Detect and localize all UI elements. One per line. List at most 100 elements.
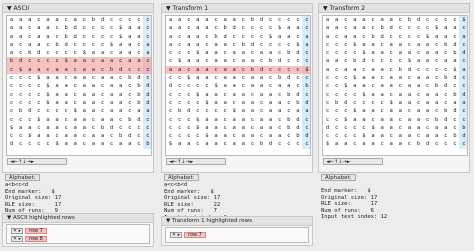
matrix-row[interactable]: d c c c c $ a a c a a c a a c b <box>166 82 310 91</box>
matrix-cell: a <box>196 66 200 73</box>
matrix-row[interactable]: c c c $ a a c a a c a a c b d c <box>7 115 151 124</box>
remove-icon[interactable]: ✕ ▸ <box>11 227 23 234</box>
matrix-row[interactable]: c c c $ a a c a a c a a c b d c <box>323 74 467 83</box>
matrix-row[interactable]: c c c c $ a a c a a c a a c b d <box>166 98 310 108</box>
matrix-row[interactable]: a c a a c a a c b d c c c c $ a <box>323 65 467 75</box>
matrix-cell: $ <box>18 66 23 73</box>
matrix-row[interactable]: $ a a c a a c a a c b d c c c c <box>7 123 151 133</box>
matrix-row[interactable]: a c a a c a a c b d c c c c $ a <box>166 40 310 50</box>
matrix-cell: c <box>459 82 467 91</box>
matrix-cell: b <box>137 99 141 106</box>
matrix-row[interactable]: a a c a a c b d c c c c $ a a c <box>166 24 310 33</box>
matrix-row[interactable]: c c $ a a c a a c a a c b d c c <box>166 74 310 83</box>
remove-icon[interactable]: ✕ ▸ <box>170 231 182 238</box>
alphabet-button-2[interactable]: Alphabet: <box>164 174 199 181</box>
matrix-cell: a <box>187 58 191 65</box>
matrix-row[interactable]: c c $ a a c a a c a a c b d c c <box>7 132 151 141</box>
matrix-cell: a <box>453 25 457 32</box>
matrix-row[interactable]: c b d c c c c $ a a c a a c a a <box>323 98 467 108</box>
matrix-cell: $ <box>302 65 310 75</box>
matrix-row[interactable]: a c a a c b d c c c c $ a a c a <box>166 32 310 41</box>
matrix-row[interactable]: aaacaacacbdccccc <box>7 16 151 25</box>
matrix-cell: c <box>278 50 282 57</box>
matrix-row[interactable]: c c c c $ a a c a a c a a c b d <box>166 132 310 141</box>
matrix-row[interactable]: c $ a a c a a c a a c b d c c c <box>166 57 310 66</box>
matrix-row[interactable]: c c c c $ a a c a a c a a c b d <box>323 90 467 99</box>
alphabet-button-3[interactable]: Alphabet: <box>321 174 356 181</box>
matrix-row[interactable]: a a c a a c b d c c c c $ a a c <box>7 32 151 41</box>
matrix-row[interactable]: d c c c c $ a a c a a c a a c b <box>323 123 467 133</box>
matrix-row[interactable]: c c c $ a a c a a c a a c b d c <box>7 74 151 83</box>
matrix-row[interactable]: c c c $ a a c a a c a a c b d c <box>166 49 310 58</box>
matrix-cell: c <box>416 66 421 73</box>
matrix-cell: c <box>223 50 227 57</box>
matrix-cell: d <box>453 41 457 48</box>
matrix-cell: a <box>223 83 227 90</box>
matrix-cell: a <box>444 25 448 32</box>
transform2-toolbar[interactable]: ◄←↑↓→► <box>323 158 383 165</box>
matrix-cell: c <box>278 17 282 23</box>
matrix-cell: d <box>37 50 41 57</box>
matrix-cell: c <box>344 25 348 32</box>
matrix-cell: $ <box>168 141 173 148</box>
ascii-highlighted-title[interactable]: ▼ ASCII highlighted rows <box>3 214 153 223</box>
ascii-panel-title[interactable]: ▼ ASCII <box>3 4 153 13</box>
matrix-row[interactable]: a c b d c c c c $ a a c a a c a <box>7 49 151 58</box>
matrix-cell: a <box>91 141 96 148</box>
matrix-row[interactable]: c c c c $ a a c a a c a a c b d <box>7 82 151 91</box>
matrix-cell: a <box>380 83 384 90</box>
matrix-cell: $ <box>205 133 209 140</box>
matrix-row[interactable]: a a c a a c a a c b d c c c c $ <box>323 16 467 25</box>
matrix-row[interactable]: c c c c $ a a c a a c a a c b d <box>7 98 151 108</box>
ascii-matrix[interactable]: a a a c a a c a c b d c c c c c a a c a a c b d c c c c $ a a c a a c a a c b d… <box>6 15 152 156</box>
transform1-matrix[interactable]: a a c a a c a a c b d c c c c c a a c a a c b d c c c c $ a a c a c a a c b d c… <box>165 15 311 156</box>
matrix-row[interactable]: aacaacaacbdccccc <box>166 16 310 25</box>
matrix-row[interactable]: a c a a c b d c c c c $ a a c a <box>323 32 467 41</box>
matrix-cell: a <box>232 17 236 23</box>
matrix-cell: c <box>362 124 366 131</box>
matrix-row[interactable]: d c c c c $ a a c a a c a a c b <box>7 140 151 149</box>
matrix-row[interactable]: c c c c $ a a c a a c a a c b d <box>7 90 151 99</box>
transform1-highlighted-title[interactable]: ▼ Transform 1 highlighted rows <box>162 217 312 226</box>
matrix-row[interactable]: c $ a a c a a c a a c b d c c c <box>7 65 151 75</box>
matrix-row[interactable]: c b d c c c c $ a a c a a c a a <box>7 107 151 116</box>
matrix-row[interactable]: a c a a c b d c c c c $ a a c a <box>7 40 151 50</box>
matrix-row[interactable]: c c $ a a c a a c a a c b d c c <box>323 115 467 124</box>
matrix-row[interactable]: c c c c $ a a c a a c a a c b d <box>323 132 467 141</box>
matrix-cell: c <box>334 33 339 40</box>
matrix-cell: a <box>241 116 245 123</box>
alphabet-button-1[interactable]: Alphabet: <box>5 174 40 181</box>
matrix-row[interactable]: c c c $ a a c a a c a a c b d c <box>166 115 310 124</box>
ascii-toolbar[interactable]: ◄←↑↓→► <box>7 158 67 165</box>
matrix-row[interactable]: $ a a c a a c a a c b d c c c c <box>323 140 467 149</box>
matrix-row[interactable]: a a c a a c b d c c c c $ a a c <box>7 24 151 33</box>
matrix-row[interactable]: c c $ a a c a a c a a c b d c c <box>323 82 467 91</box>
matrix-cell: c <box>55 33 59 40</box>
matrix-row[interactable]: c c c $ a a c a a c a a c b d c <box>166 90 310 99</box>
matrix-row[interactable]: c b d c c c c $ a a c a a c a a <box>166 107 310 116</box>
matrix-row[interactable]: c c c $ a a c a a c a a c b d c <box>166 123 310 133</box>
matrix-cell: b <box>100 124 105 131</box>
matrix-row[interactable]: a a c a a c b d c c c c $ a a c <box>323 24 467 33</box>
transform2-matrix[interactable]: a a c a a c a a c b d c c c c $ a a c a a c b d c c c c $ a a c a c a a c b d c… <box>322 15 468 156</box>
matrix-cell: d <box>143 82 151 91</box>
matrix-row[interactable]: c c c c $ a a c a a c a a c b d <box>323 49 467 58</box>
matrix-cell: a <box>425 91 430 98</box>
matrix-cell: $ <box>196 116 200 123</box>
remove-icon[interactable]: ✕ ▸ <box>11 235 23 242</box>
matrix-row[interactable]: $ a a c a a c a a c b d c c c c <box>166 140 310 149</box>
matrix-cell: c <box>119 116 123 123</box>
transform1-panel-title[interactable]: ▼ Transform 1 <box>162 4 312 13</box>
matrix-cell: c <box>82 141 86 148</box>
matrix-cell: a <box>232 83 236 90</box>
transform1-toolbar[interactable]: ◄←↑↓→► <box>166 158 226 165</box>
matrix-row[interactable]: c c c $ a a c a a c a a c b d c <box>323 107 467 116</box>
matrix-cell: a <box>241 99 245 106</box>
transform2-panel-title[interactable]: ▼ Transform 2 <box>319 4 469 13</box>
matrix-row[interactable]: c c c $ a a c a a c a a c b d c <box>323 40 467 50</box>
matrix-row[interactable]: b d c c c c $ a a c a a c a a c <box>7 57 151 66</box>
matrix-cell: c <box>334 75 339 82</box>
matrix-row[interactable]: a a c b d c c c c $ a a c a a c <box>323 57 467 66</box>
matrix-row[interactable]: a a c a a c a a c b d c c c c $ <box>166 65 310 75</box>
matrix-cell: a <box>128 50 132 57</box>
